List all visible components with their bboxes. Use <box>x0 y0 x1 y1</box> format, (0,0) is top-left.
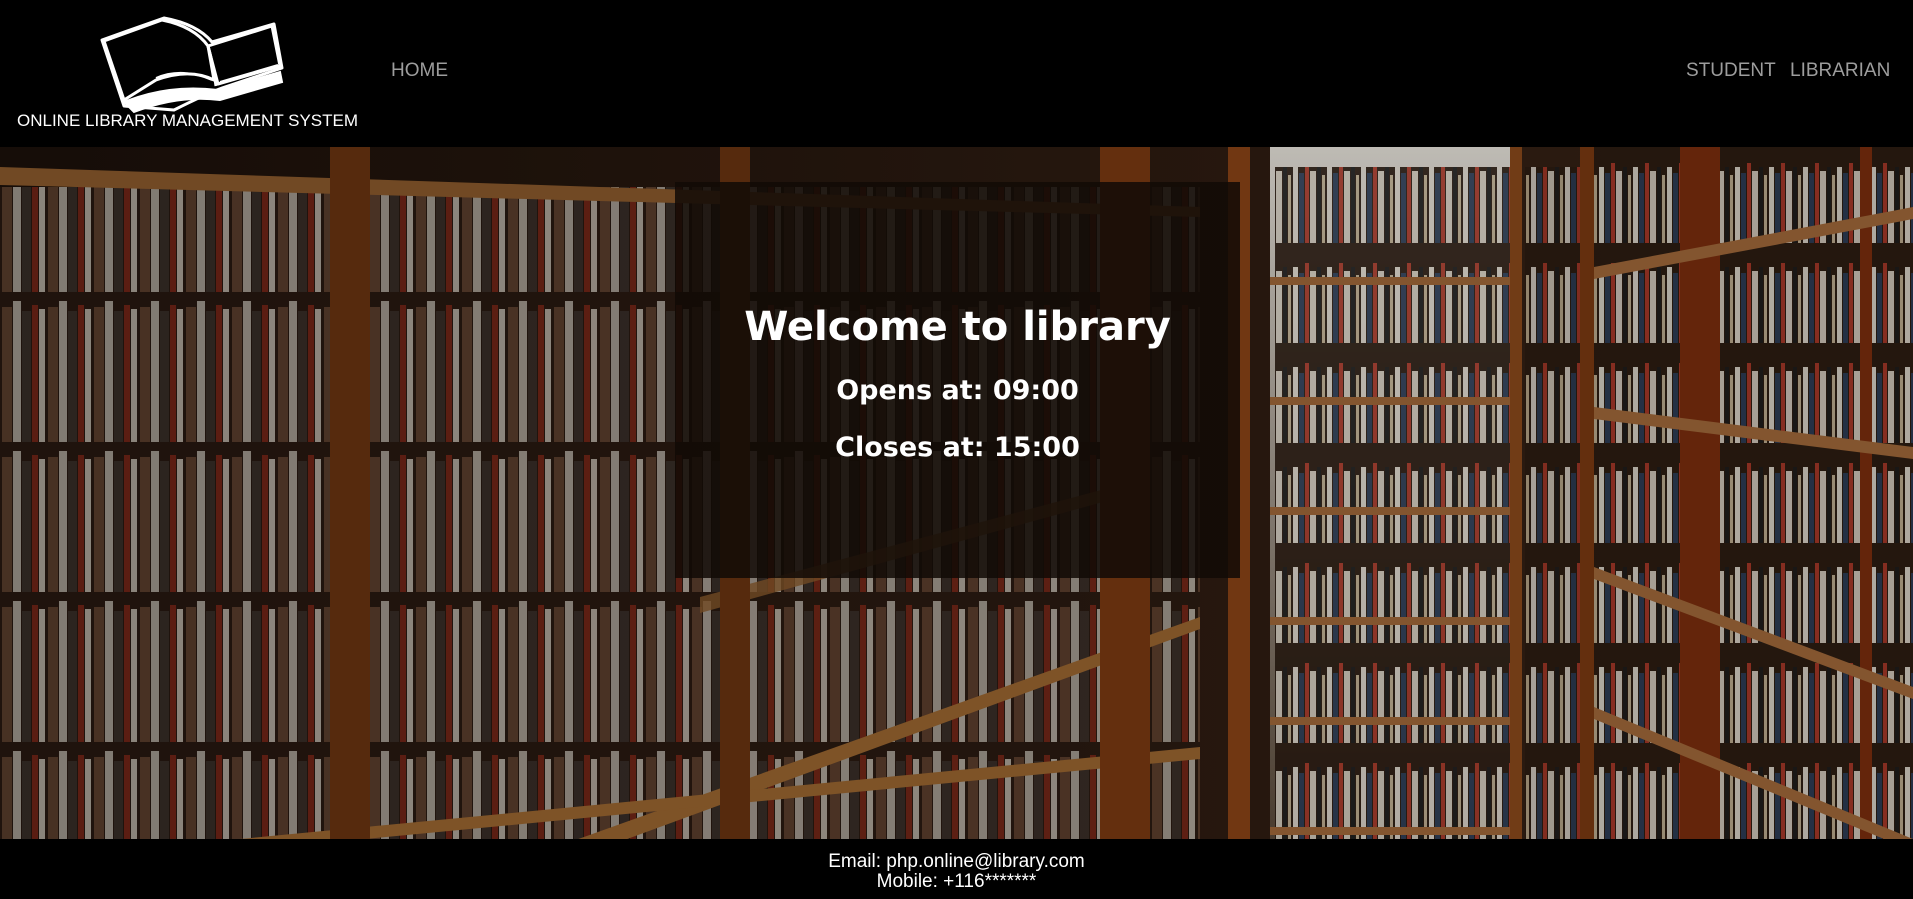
logo[interactable]: ONLINE LIBRARY MANAGEMENT SYSTEM <box>0 0 370 147</box>
page: ONLINE LIBRARY MANAGEMENT SYSTEM HOME ST… <box>0 0 1913 899</box>
footer: Email: php.online@library.com Mobile: +1… <box>0 839 1913 899</box>
closing-time: Closes at: 15:00 <box>835 432 1080 463</box>
welcome-panel: Welcome to library Opens at: 09:00 Close… <box>675 182 1240 578</box>
site-title: ONLINE LIBRARY MANAGEMENT SYSTEM <box>17 111 359 130</box>
welcome-title: Welcome to library <box>744 304 1171 350</box>
opening-time: Opens at: 09:00 <box>836 375 1079 406</box>
nav-student-link[interactable]: STUDENT <box>1686 60 1776 82</box>
open-book-icon <box>100 16 284 114</box>
nav-home-link[interactable]: HOME <box>391 60 448 82</box>
hero-section: Welcome to library Opens at: 09:00 Close… <box>0 147 1913 839</box>
footer-mobile: Mobile: +116******* <box>876 871 1037 892</box>
nav-librarian-link[interactable]: LIBRARIAN <box>1790 60 1890 82</box>
footer-email: Email: php.online@library.com <box>828 851 1085 872</box>
header-bar: ONLINE LIBRARY MANAGEMENT SYSTEM HOME ST… <box>0 0 1913 147</box>
